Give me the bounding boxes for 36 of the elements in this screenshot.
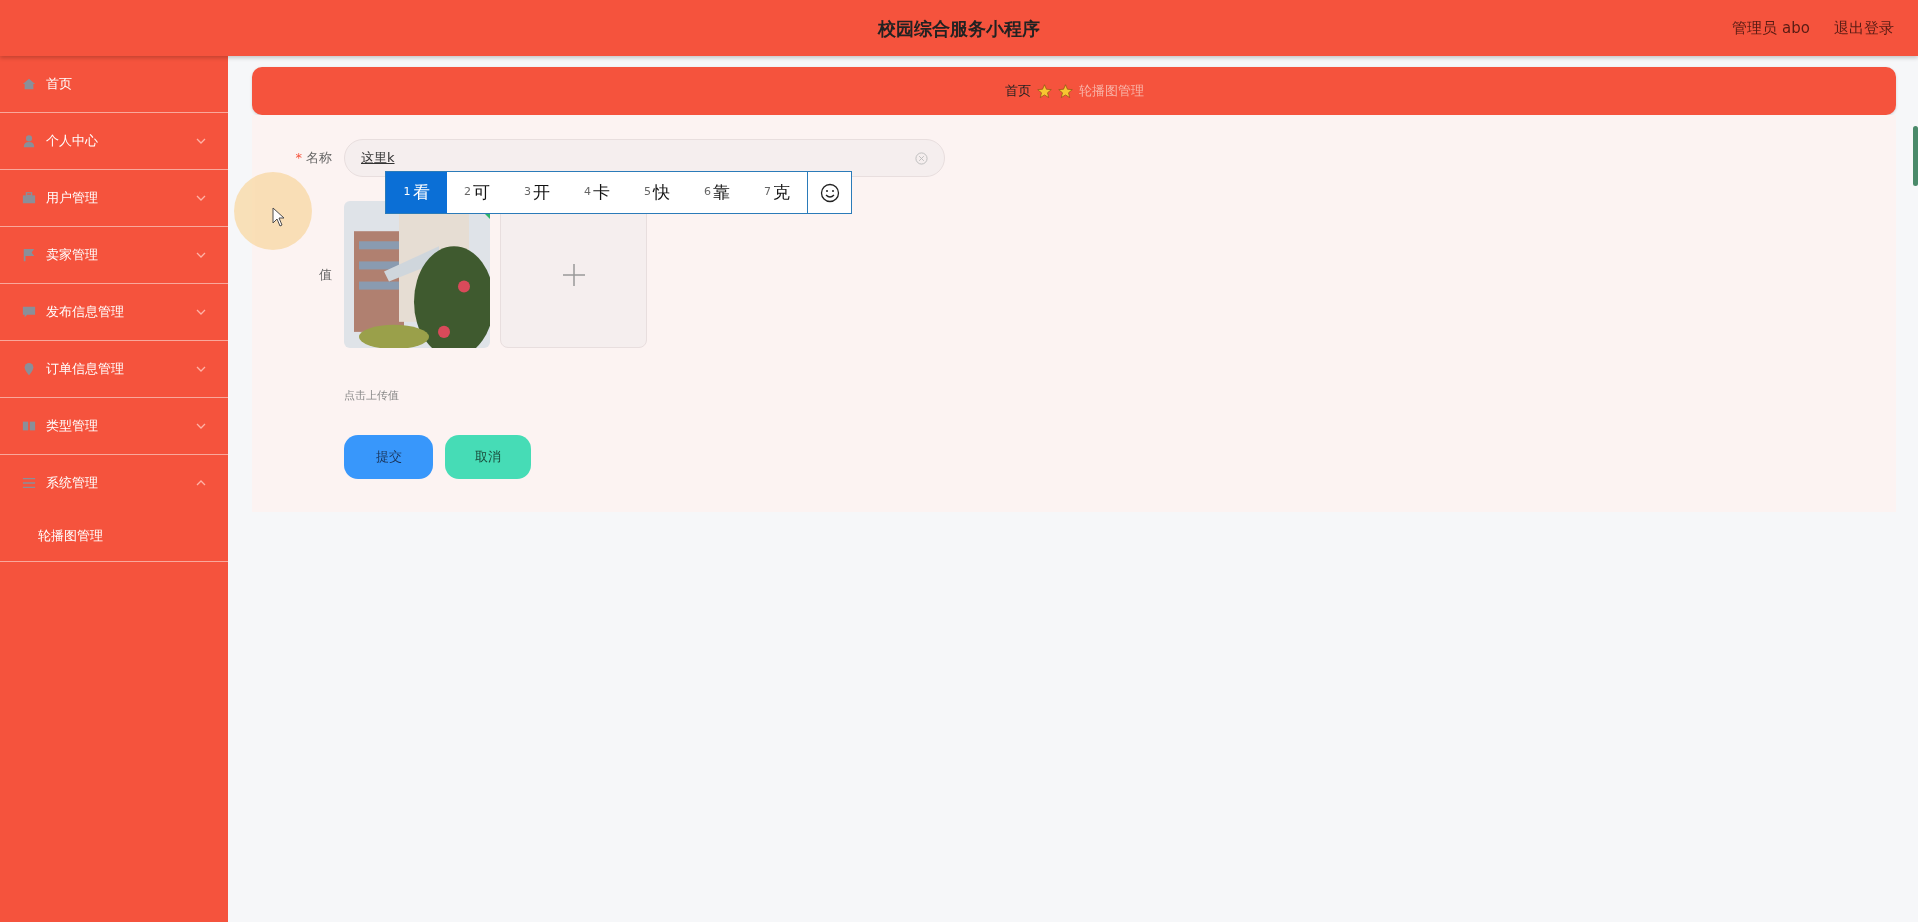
emoji-icon[interactable] [819,182,840,203]
breadcrumb-home[interactable]: 首页 [1004,81,1031,101]
grid-icon [22,419,36,433]
submit-button[interactable]: 提交 [344,434,433,479]
breadcrumb-current: 轮播图管理 [1078,82,1144,101]
sidebar-subitem[interactable]: 轮播图管理 [0,511,228,561]
star-icon [1057,83,1073,99]
sidebar-item[interactable]: 卖家管理 [0,227,228,283]
sidebar-item[interactable]: 发布信息管理 [0,284,228,340]
clear-icon[interactable] [915,151,928,165]
sliders-icon [22,476,36,490]
ime-candidate[interactable]: 1 看 [386,172,447,213]
admin-name: 管理员 abo [1732,17,1810,39]
cancel-button[interactable]: 取消 [445,434,531,479]
field-label: 值 [319,265,332,284]
chat-icon [22,305,36,319]
pin-icon [22,362,36,376]
home-icon [22,77,36,91]
flag-icon [22,248,36,262]
field-label: 名称 [306,149,332,168]
star-icon [1036,83,1052,99]
sidebar-item[interactable]: 订单信息管理 [0,341,228,397]
sidebar-item[interactable]: 系统管理 [0,455,228,511]
plus-icon [561,262,586,287]
scrollbar-thumb[interactable] [1913,126,1918,186]
logout-link[interactable]: 退出登录 [1834,16,1894,40]
required-mark: * [295,149,302,168]
upload-hint: 点击上传值 [344,388,400,404]
app-title: 校园综合服务小程序 [878,16,1040,41]
mouse-pointer-icon [272,207,284,227]
briefcase-icon [22,191,36,205]
sidebar-item[interactable]: 类型管理 [0,398,228,454]
sidebar-item[interactable]: 首页 [0,56,228,112]
user-icon [22,134,36,148]
sidebar-item[interactable]: 用户管理 [0,170,228,226]
sidebar-item[interactable]: 个人中心 [0,113,228,169]
